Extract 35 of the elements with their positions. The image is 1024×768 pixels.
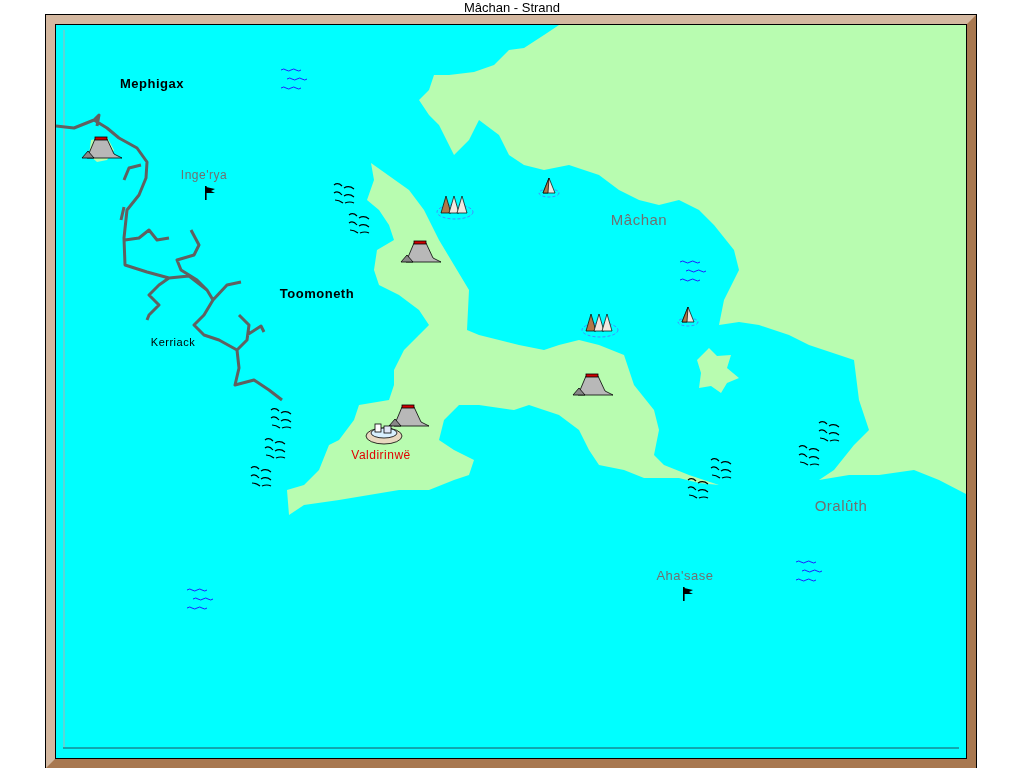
- place-label: Kerriack: [150, 336, 196, 348]
- surf-icon: [818, 421, 840, 442]
- volcano-icon: [572, 373, 614, 396]
- rock-spire-icon: [677, 306, 699, 327]
- volcano-icon: [388, 404, 430, 427]
- wave-icon: [280, 68, 308, 90]
- rock-spires-icon: [436, 195, 474, 220]
- surf-icon: [264, 438, 286, 459]
- wave-icon: [186, 588, 214, 610]
- surf-icon: [710, 458, 732, 479]
- rock-spire-icon: [538, 177, 560, 198]
- place-label: Toomoneth: [279, 286, 355, 301]
- window-title: Mâchan - Strand: [463, 0, 561, 15]
- place-label: Aha'sase: [656, 568, 714, 583]
- place-label: Mephigax: [120, 76, 184, 91]
- walled-city-icon: [365, 423, 403, 445]
- surf-icon: [270, 408, 292, 429]
- flag-icon: [205, 186, 215, 200]
- surf-icon: [687, 478, 709, 499]
- place-label: Inge'rya: [180, 168, 228, 182]
- surf-icon: [798, 445, 820, 466]
- rock-spires-icon: [581, 313, 619, 338]
- volcano-icon: [81, 136, 123, 159]
- volcano-icon: [400, 240, 442, 263]
- surf-icon: [250, 466, 272, 487]
- wave-icon: [679, 260, 707, 282]
- map-canvas[interactable]: Mephigax Inge'rya Toomoneth Kerriack Mâchan Valdirinwë Oralûth Aha'sase: [55, 24, 967, 759]
- surf-icon: [348, 213, 370, 234]
- place-label: Oralûth: [814, 497, 868, 514]
- wave-icon: [795, 560, 823, 582]
- flag-icon: [683, 587, 693, 601]
- island: [697, 348, 739, 393]
- place-label: Valdirinwë: [351, 448, 411, 462]
- place-label: Mâchan: [610, 211, 668, 228]
- surf-icon: [333, 183, 355, 204]
